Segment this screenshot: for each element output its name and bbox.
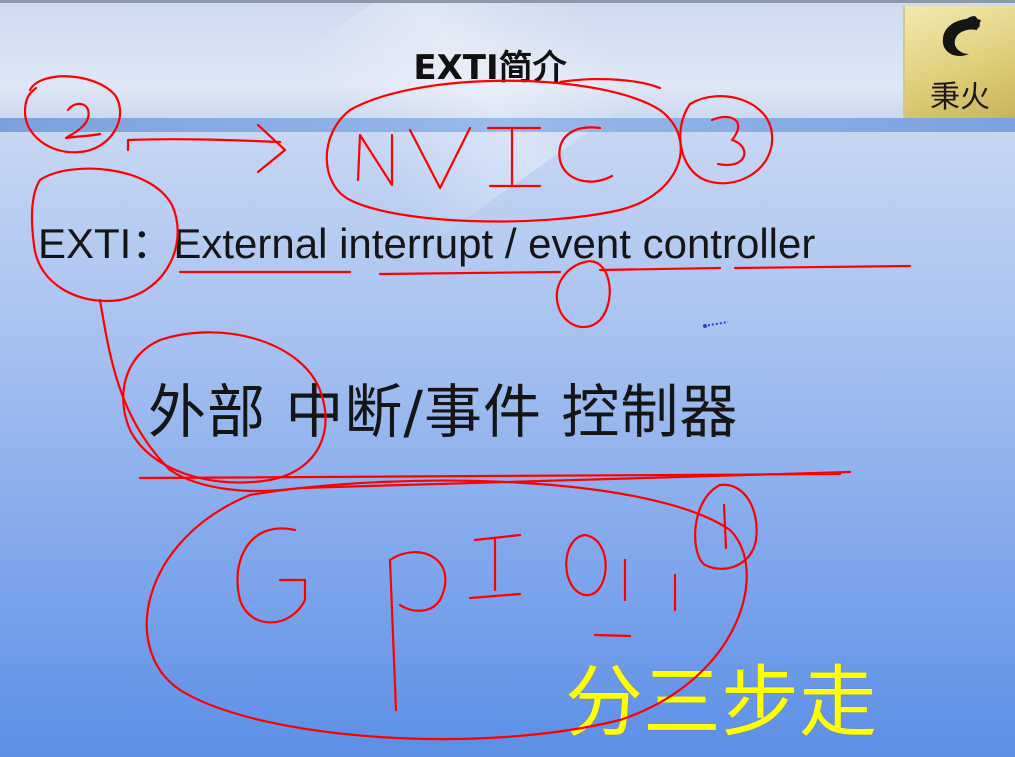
annotation-letter-g bbox=[236, 527, 307, 624]
flame-logo-icon bbox=[942, 16, 981, 57]
annotation-letter-o bbox=[565, 533, 607, 597]
annotation-letter-p bbox=[388, 551, 447, 712]
pen-cursor-icon bbox=[703, 321, 729, 328]
brand-logo: 秉火 bbox=[903, 6, 1015, 118]
window-border bbox=[0, 0, 1015, 3]
slide-title: EXTI简介 bbox=[413, 48, 567, 88]
annotation-arrow bbox=[126, 138, 282, 152]
brand-logo-text: 秉火 bbox=[930, 80, 990, 115]
annotation-underline-interrupt bbox=[378, 270, 562, 276]
slide: EXTI简介 秉火 EXTI：External interrupt / even… bbox=[0, 0, 1015, 757]
annotation-underline-chinese bbox=[138, 472, 842, 480]
annotation-curve-right bbox=[298, 470, 852, 490]
caption-overlay: 分三步走 bbox=[565, 658, 878, 748]
annotation-arrowhead bbox=[256, 123, 287, 174]
annotation-letter-i2 bbox=[468, 533, 522, 600]
annotation-circle-1b bbox=[694, 483, 758, 570]
annotation-number-1b bbox=[722, 503, 728, 550]
header-divider bbox=[0, 118, 1015, 132]
subtitle-english: EXTI：External interrupt / event controll… bbox=[38, 220, 816, 267]
annotation-circle-0 bbox=[555, 260, 611, 329]
annotation-dash bbox=[593, 633, 632, 638]
subtitle-chinese: 外部 中断/事件 控制器 bbox=[148, 378, 739, 446]
